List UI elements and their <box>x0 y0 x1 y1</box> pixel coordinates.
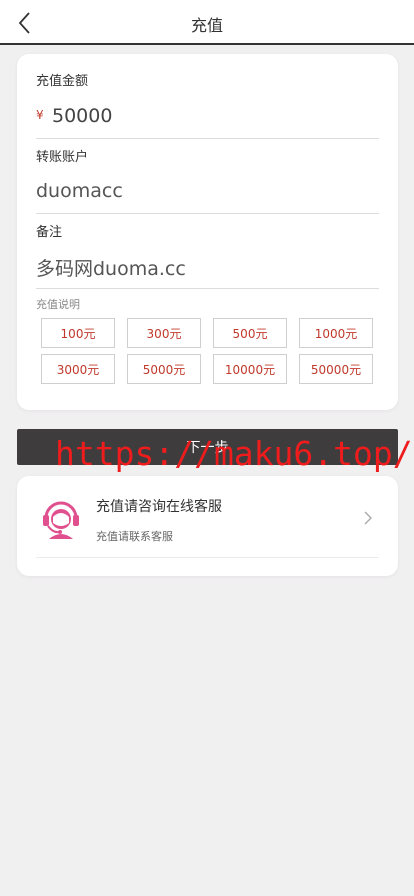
preset-amount-button[interactable]: 50000元 <box>299 354 373 384</box>
service-title: 充值请咨询在线客服 <box>96 499 222 515</box>
account-divider <box>36 213 379 214</box>
preset-amount-button[interactable]: 5000元 <box>127 354 201 384</box>
amount-divider <box>36 138 379 139</box>
note-divider <box>36 288 379 289</box>
chevron-right-icon <box>360 510 376 526</box>
amount-input[interactable] <box>52 99 372 133</box>
preset-amount-button[interactable]: 300元 <box>127 318 201 348</box>
recharge-description-label: 充值说明 <box>36 298 80 311</box>
preset-amount-button[interactable]: 500元 <box>213 318 287 348</box>
page-title: 充值 <box>190 16 223 35</box>
note-label: 备注 <box>36 225 63 240</box>
amount-label: 充值金额 <box>36 74 89 89</box>
note-input[interactable] <box>36 250 379 284</box>
currency-symbol: ¥ <box>36 108 44 122</box>
service-subtitle: 充值请联系客服 <box>96 530 173 543</box>
preset-amount-button[interactable]: 100元 <box>41 318 115 348</box>
account-label: 转账账户 <box>36 150 89 165</box>
top-bar: 充值 <box>0 0 414 45</box>
recharge-form-card: 充值金额 ¥ 转账账户 备注 充值说明 100元 300元 500元 1000元… <box>17 54 398 410</box>
service-divider <box>36 557 379 558</box>
account-input[interactable] <box>36 174 379 208</box>
preset-amount-button[interactable]: 1000元 <box>299 318 373 348</box>
next-step-button[interactable]: 下一步 <box>17 429 398 465</box>
preset-amount-button[interactable]: 10000元 <box>213 354 287 384</box>
preset-amount-button[interactable]: 3000元 <box>41 354 115 384</box>
customer-service-card[interactable]: 充值请咨询在线客服 充值请联系客服 <box>17 476 398 576</box>
customer-service-icon <box>39 495 83 539</box>
amount-presets: 100元 300元 500元 1000元 3000元 5000元 10000元 … <box>41 318 374 384</box>
